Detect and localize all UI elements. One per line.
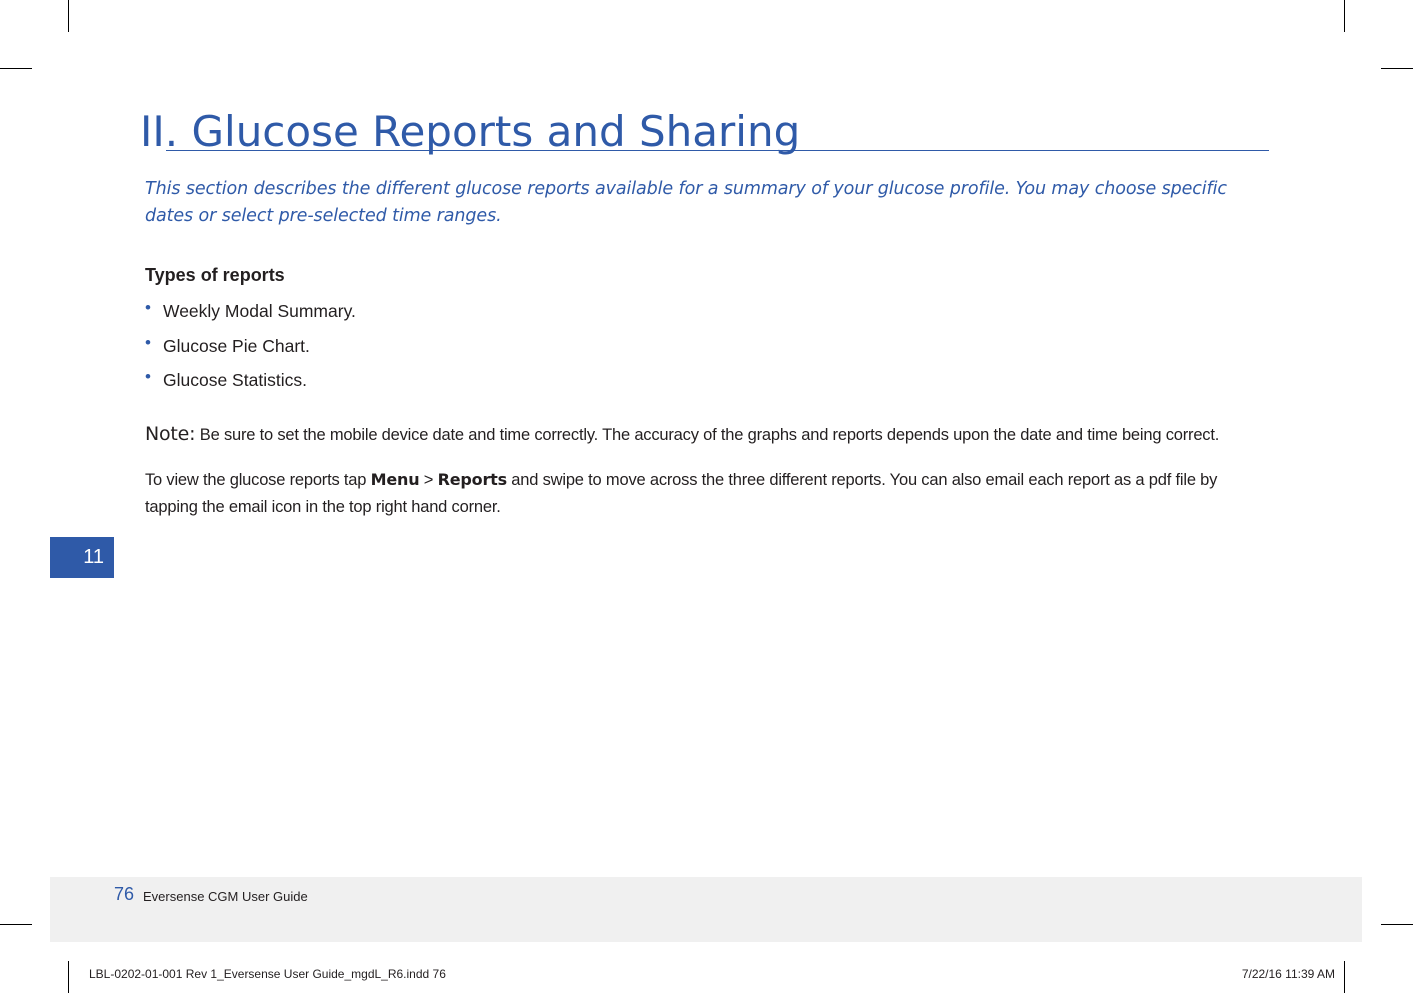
- reports-term: Reports: [437, 470, 507, 489]
- report-types-list: • Weekly Modal Summary. • Glucose Pie Char…: [145, 297, 356, 401]
- crop-mark-left-bottom: [0, 924, 32, 925]
- crop-mark-bottom-right: [1344, 961, 1345, 993]
- list-item: • Glucose Statistics.: [145, 366, 356, 401]
- types-of-reports-heading: Types of reports: [145, 265, 285, 285]
- list-item: • Weekly Modal Summary.: [145, 297, 356, 332]
- slug-timestamp: 7/22/16 11:39 AM: [1241, 967, 1335, 981]
- crop-mark-top-right: [1344, 0, 1345, 32]
- crop-mark-left-top: [0, 68, 32, 69]
- slug-filename: LBL-0202-01-001 Rev 1_Eversense User Gui…: [89, 967, 446, 981]
- crop-mark-bottom-left: [68, 961, 69, 993]
- section-intro: This section describes the different glu…: [145, 179, 1227, 226]
- title-rule: [166, 150, 1269, 151]
- note-label: Note:: [145, 423, 196, 445]
- note-paragraph: Note: Be sure to set the mobile device d…: [145, 421, 1265, 448]
- crop-mark-right-top: [1381, 68, 1413, 69]
- list-item-label: Glucose Pie Chart.: [163, 335, 310, 356]
- bullet-icon: •: [145, 367, 151, 386]
- instructions-text: To view the glucose reports tap: [145, 471, 371, 489]
- note-text: Be sure to set the mobile device date an…: [195, 426, 1220, 444]
- footer-guide-name: Eversense CGM User Guide: [143, 889, 308, 904]
- footer-band: [50, 877, 1362, 942]
- page-title: II. Glucose Reports and Sharing: [140, 107, 801, 156]
- instructions-paragraph: To view the glucose reports tap Menu > R…: [145, 466, 1265, 521]
- list-item: • Glucose Pie Chart.: [145, 332, 356, 367]
- crop-mark-right-bottom: [1381, 924, 1413, 925]
- separator: >: [419, 471, 438, 489]
- page-number: 76: [114, 884, 135, 904]
- bullet-icon: •: [145, 332, 151, 352]
- menu-term: Menu: [370, 470, 420, 489]
- bullet-icon: •: [145, 298, 151, 317]
- crop-mark-top-left: [68, 0, 69, 32]
- list-item-label: Glucose Statistics.: [163, 370, 307, 390]
- list-item-label: Weekly Modal Summary.: [163, 301, 356, 321]
- chapter-tab: 11: [50, 537, 114, 578]
